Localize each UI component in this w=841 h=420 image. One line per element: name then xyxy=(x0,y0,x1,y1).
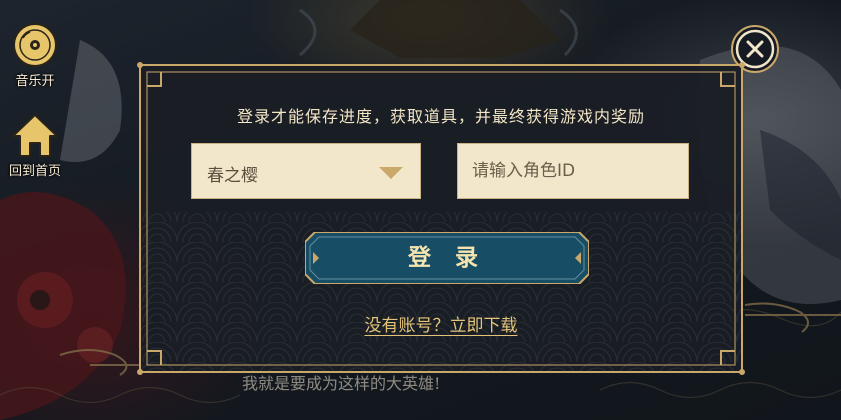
music-toggle-label: 音乐开 xyxy=(15,74,55,89)
game-screen: 我就是要成为这样的大英雄! 音乐开 回到首页 登录才能保存进度，获取道具，并最终… xyxy=(0,0,841,420)
role-id-input[interactable] xyxy=(457,143,689,199)
dropdown-arrow-icon xyxy=(379,167,403,179)
login-instruction: 登录才能保存进度，获取道具，并最终获得游戏内奖励 xyxy=(236,107,645,126)
music-toggle-button[interactable]: 音乐开 xyxy=(6,22,64,89)
register-link-row: 没有账号？立即下载 xyxy=(137,311,745,336)
home-label: 回到首页 xyxy=(8,164,61,179)
home-icon xyxy=(12,114,58,157)
login-dialog: 登录才能保存进度，获取道具，并最终获得游戏内奖励 春之樱 登 录 没有账号？立 xyxy=(137,62,745,375)
server-select-value: 春之樱 xyxy=(207,166,258,186)
server-select[interactable]: 春之樱 xyxy=(191,143,421,199)
music-disc-icon xyxy=(13,23,57,67)
home-button[interactable]: 回到首页 xyxy=(0,112,70,179)
login-button[interactable]: 登 录 xyxy=(305,232,589,284)
login-button-label: 登 录 xyxy=(407,244,486,271)
download-register-link[interactable]: 没有账号？立即下载 xyxy=(365,316,518,336)
